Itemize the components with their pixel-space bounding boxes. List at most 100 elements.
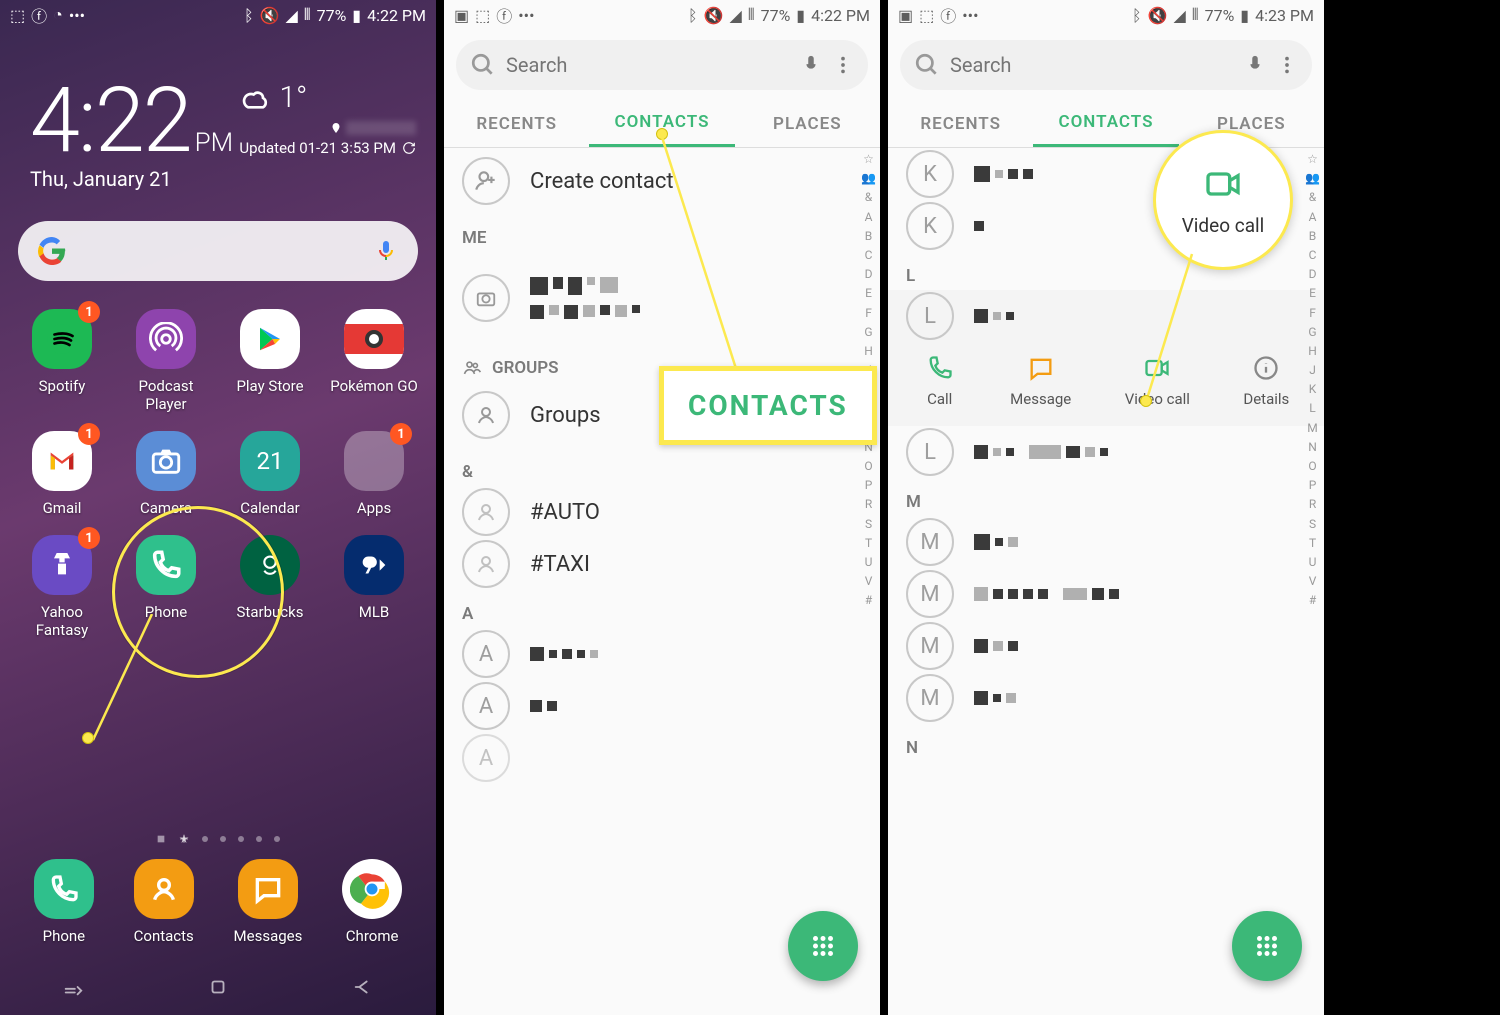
notif-icon: ▣ xyxy=(454,6,469,25)
contact-row[interactable]: A xyxy=(444,680,880,732)
dock-messages[interactable]: Messages xyxy=(234,859,303,945)
app-playstore[interactable]: Play Store xyxy=(222,309,318,413)
dock-phone[interactable]: Phone xyxy=(34,859,94,945)
app-spotify[interactable]: 1Spotify xyxy=(14,309,110,413)
battery-icon: ▮ xyxy=(1240,6,1249,25)
page-indicator[interactable] xyxy=(0,833,436,845)
search-bar[interactable] xyxy=(900,40,1312,90)
contact-row[interactable]: M xyxy=(888,516,1324,568)
signal-icon: ⫴ xyxy=(1192,5,1199,25)
search-input[interactable] xyxy=(506,53,790,77)
mic-icon[interactable] xyxy=(800,54,822,76)
search-input[interactable] xyxy=(950,53,1234,77)
search-icon xyxy=(470,52,496,78)
add-contact-icon xyxy=(462,157,510,205)
tab-contacts[interactable]: CONTACTS xyxy=(1033,100,1178,147)
contact-row[interactable]: #AUTO xyxy=(444,486,880,538)
recents-button[interactable] xyxy=(62,976,84,998)
facebook-notif-icon: ⓕ xyxy=(31,3,47,27)
contact-row[interactable]: L xyxy=(888,426,1324,478)
more-notif-icon: ••• xyxy=(69,6,85,25)
more-icon[interactable] xyxy=(1276,54,1298,76)
contact-avatar: M xyxy=(906,622,954,670)
app-starbucks[interactable]: Starbucks xyxy=(222,535,318,639)
action-message[interactable]: Message xyxy=(1010,354,1071,408)
widget-clock[interactable]: 4:22 xyxy=(30,68,191,173)
contact-row[interactable]: M xyxy=(888,568,1324,620)
search-bar[interactable] xyxy=(456,40,868,90)
dialpad-fab[interactable] xyxy=(1232,911,1302,981)
notif-icon: ▣ xyxy=(898,6,913,25)
dialpad-fab[interactable] xyxy=(788,911,858,981)
back-button[interactable] xyxy=(352,976,374,998)
search-icon xyxy=(914,52,940,78)
status-bar: ⬚ ⓕ ◔ ••• ᛒ 🔇 ◢ ⫴ 77% ▮ 4:22 PM xyxy=(0,0,436,30)
section-m: M xyxy=(888,478,1324,516)
contact-row[interactable]: A xyxy=(444,732,880,784)
redacted-name xyxy=(974,221,984,231)
weather-widget[interactable]: 1° xyxy=(239,80,416,115)
redacted-name xyxy=(974,639,1018,653)
widget-date[interactable]: Thu, January 21 xyxy=(30,167,233,191)
android-nav-bar xyxy=(0,959,436,1015)
redacted-name xyxy=(974,534,1018,550)
app-gmail[interactable]: 1Gmail xyxy=(14,431,110,517)
weather-location xyxy=(239,121,416,135)
section-n: N xyxy=(888,724,1324,762)
redacted-name xyxy=(530,700,557,712)
app-camera[interactable]: Camera xyxy=(118,431,214,517)
dock-chrome[interactable]: Chrome xyxy=(342,859,402,945)
app-phone[interactable]: Phone xyxy=(118,535,214,639)
contact-row-expanded[interactable]: L xyxy=(888,290,1324,342)
tab-recents[interactable]: RECENTS xyxy=(444,100,589,147)
redacted-name xyxy=(974,309,1014,323)
mic-icon[interactable] xyxy=(1244,54,1266,76)
contact-avatar xyxy=(462,488,510,536)
google-search-bar[interactable] xyxy=(18,221,418,281)
section-a: A xyxy=(444,590,880,628)
app-apps-folder[interactable]: 1Apps xyxy=(326,431,422,517)
video-icon xyxy=(1197,164,1249,204)
contact-avatar xyxy=(462,540,510,588)
app-pokemon-go[interactable]: Pokémon GO xyxy=(326,309,422,413)
me-contact-row[interactable] xyxy=(444,252,880,344)
mute-icon: 🔇 xyxy=(260,6,280,25)
dock-contacts[interactable]: Contacts xyxy=(134,859,194,945)
contact-avatar: L xyxy=(906,292,954,340)
app-yahoo-fantasy[interactable]: 1Yahoo Fantasy xyxy=(14,535,110,639)
action-call[interactable]: Call xyxy=(923,354,957,408)
battery-icon: ▮ xyxy=(352,6,361,25)
redacted-name xyxy=(974,691,1016,705)
more-icon[interactable] xyxy=(832,54,854,76)
tab-places[interactable]: PLACES xyxy=(735,100,880,147)
create-contact-row[interactable]: Create contact xyxy=(444,148,880,214)
bluetooth-icon: ᛒ xyxy=(688,6,698,25)
battery-pct: 77% xyxy=(1205,6,1235,25)
action-video-call[interactable]: Video call xyxy=(1125,354,1190,408)
mute-icon: 🔇 xyxy=(1148,6,1168,25)
redacted-name xyxy=(974,587,1119,601)
notif-icon: ⬚ xyxy=(10,6,25,25)
phone-app-contact-actions: ▣ ⬚ ⓕ ••• ᛒ 🔇 ◢ ⫴ 77% ▮ 4:23 PM RECENTS … xyxy=(888,0,1324,1015)
tab-contacts[interactable]: CONTACTS xyxy=(589,100,734,147)
mic-icon[interactable] xyxy=(374,239,398,263)
app-podcast[interactable]: Podcast Player xyxy=(118,309,214,413)
notif-icon: ⬚ xyxy=(475,6,490,25)
contact-avatar: A xyxy=(462,682,510,730)
contact-row[interactable]: M xyxy=(888,620,1324,672)
phone-app-contacts: ▣ ⬚ ⓕ ••• ᛒ 🔇 ◢ ⫴ 77% ▮ 4:22 PM RECENTS … xyxy=(444,0,880,1015)
contacts-callout: CONTACTS xyxy=(659,366,877,445)
contact-avatar: A xyxy=(462,630,510,678)
alpha-index[interactable]: ☆👥&ABCDEFGHJKLMNOPRSTUV# xyxy=(1305,150,1320,611)
app-mlb[interactable]: MLB xyxy=(326,535,422,639)
contact-row[interactable]: M xyxy=(888,672,1324,724)
contact-row[interactable]: #TAXI xyxy=(444,538,880,590)
home-button[interactable] xyxy=(207,976,229,998)
tab-recents[interactable]: RECENTS xyxy=(888,100,1033,147)
contact-row[interactable]: A xyxy=(444,628,880,680)
more-notif-icon: ••• xyxy=(962,6,978,25)
status-bar: ▣ ⬚ ⓕ ••• ᛒ 🔇 ◢ ⫴ 77% ▮ 4:23 PM xyxy=(888,0,1324,30)
wifi-icon: ◢ xyxy=(286,6,298,25)
action-details[interactable]: Details xyxy=(1243,354,1289,408)
app-calendar[interactable]: 21Calendar xyxy=(222,431,318,517)
